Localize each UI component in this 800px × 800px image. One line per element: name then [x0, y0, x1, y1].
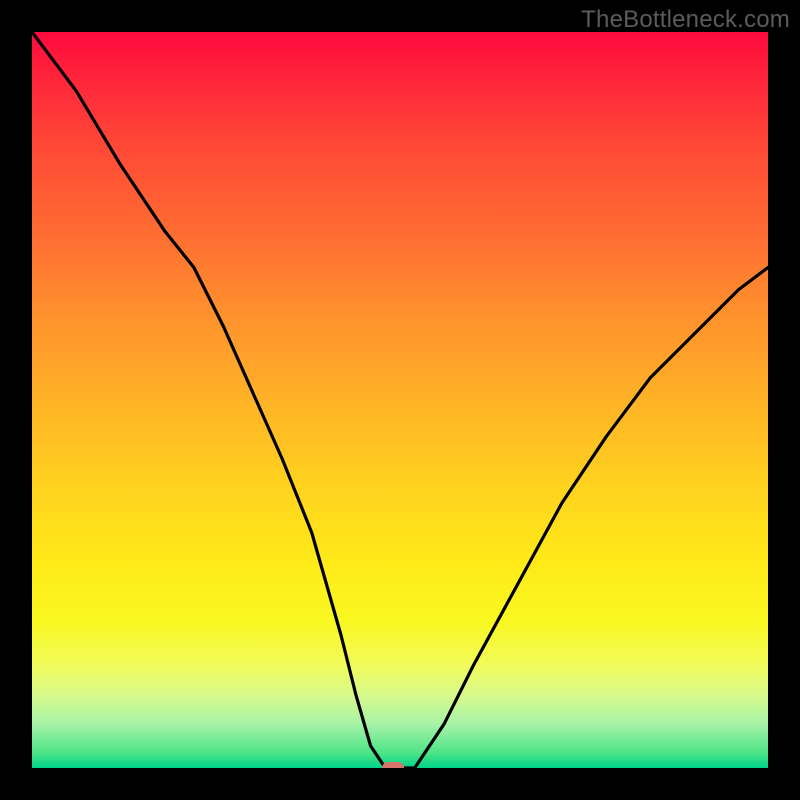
watermark-text: TheBottleneck.com [581, 6, 790, 34]
plot-area [32, 32, 768, 768]
chart-frame: TheBottleneck.com [0, 0, 800, 800]
optimum-marker [382, 762, 404, 768]
bottleneck-curve [32, 32, 768, 768]
